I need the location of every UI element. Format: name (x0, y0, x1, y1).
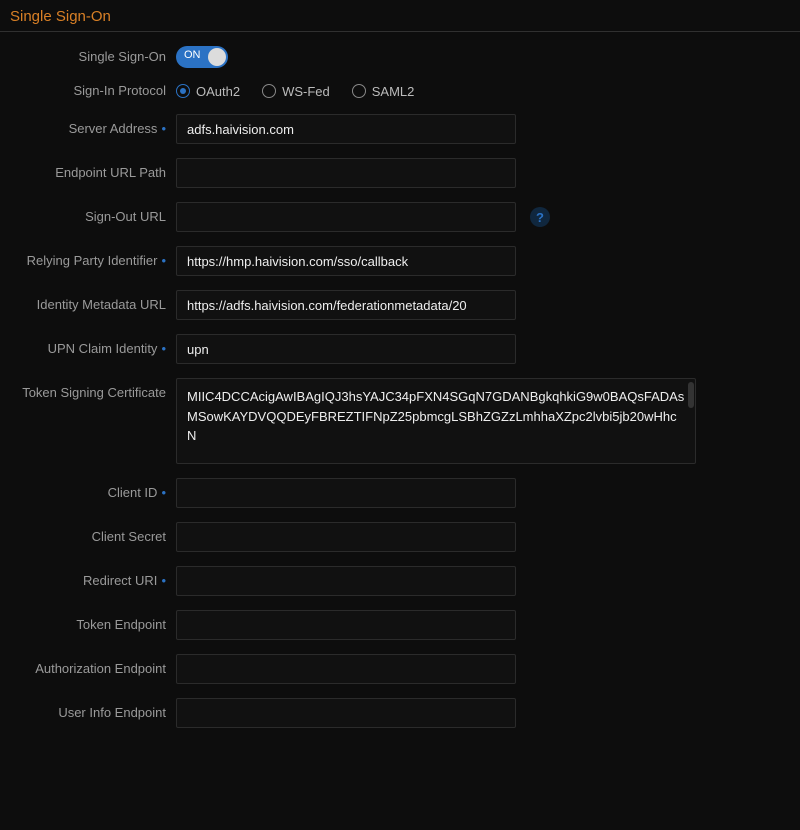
label-upn-claim-identity: UPN Claim Identity• (0, 340, 176, 358)
label-endpoint-url-path: Endpoint URL Path (0, 164, 176, 182)
token-signing-certificate-input[interactable]: MIIC4DCCAcigAwIBAgIQJ3hsYAJC34pFXN4SGqN7… (176, 378, 696, 464)
upn-claim-identity-input[interactable] (176, 334, 516, 364)
radio-label-oauth2: OAuth2 (196, 84, 240, 99)
token-endpoint-input[interactable] (176, 610, 516, 640)
label-authorization-endpoint: Authorization Endpoint (0, 660, 176, 678)
sign-in-protocol-group: OAuth2 WS-Fed SAML2 (176, 84, 414, 99)
redirect-uri-input[interactable] (176, 566, 516, 596)
label-sign-out-url: Sign-Out URL (0, 208, 176, 226)
authorization-endpoint-input[interactable] (176, 654, 516, 684)
radio-label-saml2: SAML2 (372, 84, 415, 99)
server-address-input[interactable] (176, 114, 516, 144)
label-token-endpoint: Token Endpoint (0, 616, 176, 634)
radio-saml2[interactable]: SAML2 (352, 84, 415, 99)
label-sign-in-protocol: Sign-In Protocol (0, 82, 176, 100)
sso-toggle-state: ON (184, 49, 201, 61)
identity-metadata-url-input[interactable] (176, 290, 516, 320)
label-server-address: Server Address• (0, 120, 176, 138)
help-icon[interactable]: ? (530, 207, 550, 227)
client-secret-input[interactable] (176, 522, 516, 552)
label-token-signing-certificate: Token Signing Certificate (0, 378, 176, 402)
radio-circle-icon (352, 84, 366, 98)
sso-toggle[interactable]: ON (176, 46, 228, 68)
client-id-input[interactable] (176, 478, 516, 508)
section-title: Single Sign-On (0, 0, 800, 32)
radio-label-wsfed: WS-Fed (282, 84, 330, 99)
radio-oauth2[interactable]: OAuth2 (176, 84, 240, 99)
label-client-secret: Client Secret (0, 528, 176, 546)
label-sso-toggle: Single Sign-On (0, 48, 176, 66)
user-info-endpoint-input[interactable] (176, 698, 516, 728)
endpoint-url-path-input[interactable] (176, 158, 516, 188)
label-relying-party-identifier: Relying Party Identifier• (0, 252, 176, 270)
radio-circle-icon (262, 84, 276, 98)
sign-out-url-input[interactable] (176, 202, 516, 232)
relying-party-identifier-input[interactable] (176, 246, 516, 276)
toggle-knob-icon (208, 48, 226, 66)
radio-wsfed[interactable]: WS-Fed (262, 84, 330, 99)
radio-circle-icon (176, 84, 190, 98)
label-client-id: Client ID• (0, 484, 176, 502)
label-redirect-uri: Redirect URI• (0, 572, 176, 590)
label-identity-metadata-url: Identity Metadata URL (0, 296, 176, 314)
label-user-info-endpoint: User Info Endpoint (0, 704, 176, 722)
